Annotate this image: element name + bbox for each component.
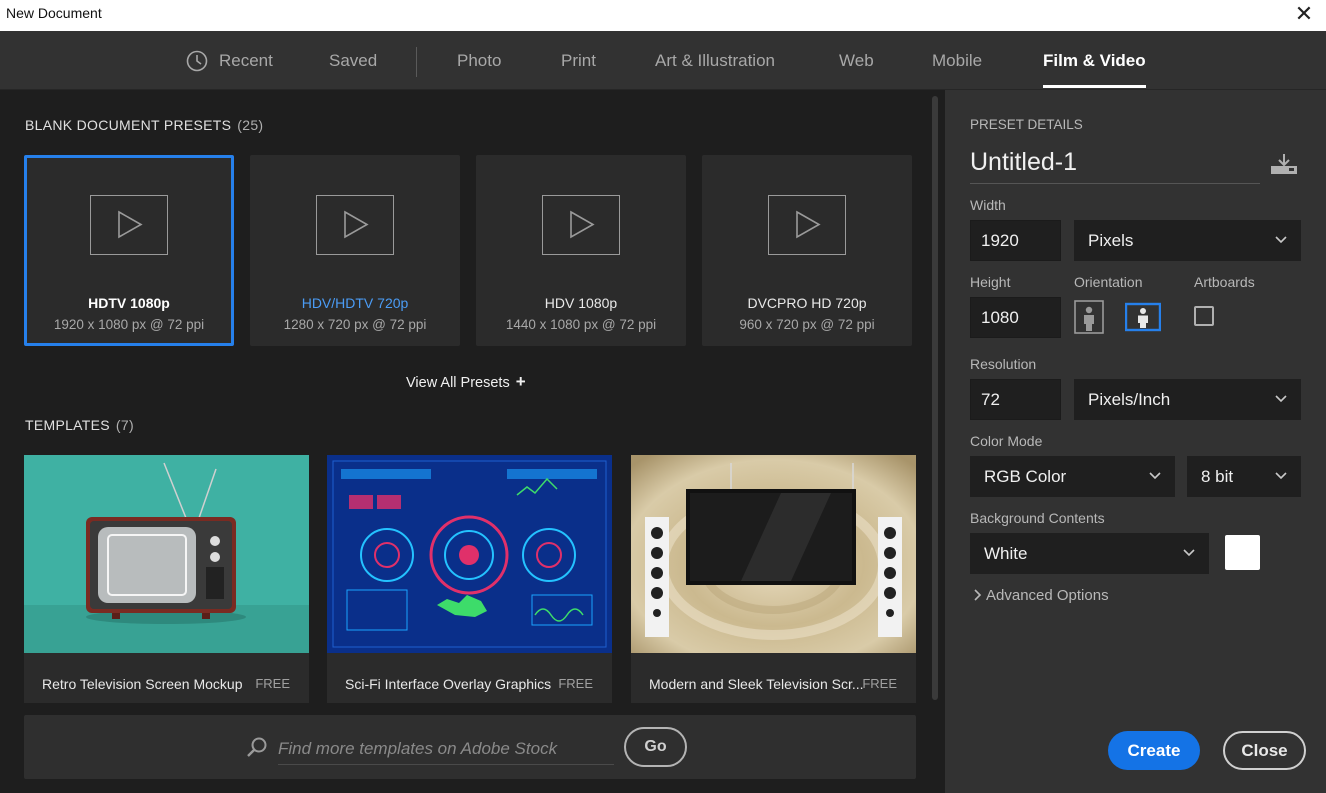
save-preset-icon[interactable] bbox=[1269, 152, 1299, 176]
template-card-modern-tv[interactable]: Modern and Sleek Television Scr... FREE bbox=[631, 455, 916, 703]
resolution-unit-value: Pixels/Inch bbox=[1088, 390, 1171, 409]
color-mode-label: Color Mode bbox=[970, 433, 1043, 449]
search-icon bbox=[247, 737, 267, 757]
template-card-sci-fi[interactable]: Sci-Fi Interface Overlay Graphics FREE bbox=[327, 455, 612, 703]
resolution-label: Resolution bbox=[970, 356, 1037, 372]
chevron-down-icon bbox=[1275, 395, 1287, 403]
preset-details-panel: PRESET DETAILS Untitled-1 Width 1920 Pix… bbox=[945, 90, 1326, 793]
chevron-down-icon bbox=[1275, 236, 1287, 244]
view-all-presets-label: View All Presets bbox=[406, 375, 510, 391]
preset-dimensions: 1920 x 1080 px @ 72 ppi bbox=[53, 317, 205, 332]
play-icon bbox=[316, 195, 394, 255]
landscape-icon[interactable] bbox=[1125, 300, 1161, 334]
preset-dimensions: 1280 x 720 px @ 72 ppi bbox=[283, 317, 427, 332]
template-name: Sci-Fi Interface Overlay Graphics bbox=[345, 676, 552, 692]
blank-presets-heading: BLANK DOCUMENT PRESETS (25) bbox=[25, 117, 263, 133]
play-icon bbox=[542, 195, 620, 255]
clock-icon bbox=[186, 50, 208, 72]
tab-mobile[interactable]: Mobile bbox=[932, 31, 982, 90]
create-button[interactable]: Create bbox=[1108, 731, 1200, 770]
tab-photo[interactable]: Photo bbox=[457, 31, 501, 90]
new-document-window: New Document ✕ Recent Saved Photo Print … bbox=[0, 0, 1326, 793]
template-thumbnail-retro-tv bbox=[24, 455, 309, 653]
plus-icon: + bbox=[515, 372, 526, 391]
color-mode-dropdown[interactable]: RGB Color bbox=[970, 456, 1175, 497]
template-thumbnail-modern-tv bbox=[631, 455, 916, 653]
tab-recent[interactable]: Recent bbox=[219, 31, 273, 90]
resolution-input[interactable]: 72 bbox=[970, 379, 1061, 420]
background-contents-value: White bbox=[984, 544, 1028, 563]
preset-name: HDV/HDTV 720p bbox=[301, 295, 409, 311]
preset-card-hdv-1080p[interactable]: HDV 1080p 1440 x 1080 px @ 72 ppi bbox=[476, 155, 686, 346]
templates-count: (7) bbox=[115, 417, 134, 433]
preset-card-hdv-hdtv-720p[interactable]: HDV/HDTV 720p 1280 x 720 px @ 72 ppi bbox=[250, 155, 460, 346]
stock-search-input[interactable] bbox=[278, 733, 614, 765]
go-button[interactable]: Go bbox=[624, 727, 687, 767]
advanced-options-label: Advanced Options bbox=[986, 587, 1109, 604]
play-icon bbox=[90, 195, 168, 255]
chevron-down-icon bbox=[1149, 472, 1161, 480]
template-card-retro-tv[interactable]: Retro Television Screen Mockup FREE bbox=[24, 455, 309, 703]
chevron-right-icon bbox=[974, 589, 982, 601]
category-tabs: Recent Saved Photo Print Art & Illustrat… bbox=[0, 31, 1326, 90]
template-thumbnail-sci-fi bbox=[327, 455, 612, 653]
resolution-unit-dropdown[interactable]: Pixels/Inch bbox=[1074, 379, 1301, 420]
templates-heading: TEMPLATES (7) bbox=[25, 417, 134, 433]
templates-heading-text: TEMPLATES bbox=[25, 417, 110, 433]
portrait-icon[interactable] bbox=[1074, 300, 1104, 334]
chevron-down-icon bbox=[1183, 549, 1195, 557]
width-label: Width bbox=[970, 197, 1006, 213]
height-input[interactable]: 1080 bbox=[970, 297, 1061, 338]
presets-pane: BLANK DOCUMENT PRESETS (25) HDTV 1080p 19… bbox=[0, 90, 945, 793]
blank-presets-heading-text: BLANK DOCUMENT PRESETS bbox=[25, 117, 232, 133]
background-color-swatch[interactable] bbox=[1225, 535, 1260, 570]
artboards-label: Artboards bbox=[1194, 274, 1255, 290]
artboards-checkbox[interactable] bbox=[1194, 306, 1214, 326]
preset-dimensions: 960 x 720 px @ 72 ppi bbox=[739, 317, 875, 332]
template-price: FREE bbox=[558, 676, 593, 691]
close-icon[interactable]: ✕ bbox=[1290, 2, 1318, 26]
width-unit-dropdown[interactable]: Pixels bbox=[1074, 220, 1301, 261]
view-all-presets-link[interactable]: View All Presets + bbox=[406, 372, 526, 392]
play-icon bbox=[768, 195, 846, 255]
template-price: FREE bbox=[255, 676, 290, 691]
background-contents-dropdown[interactable]: White bbox=[970, 533, 1209, 574]
close-button[interactable]: Close bbox=[1223, 731, 1306, 770]
color-mode-value: RGB Color bbox=[984, 467, 1067, 486]
preset-name: HDV 1080p bbox=[544, 295, 618, 311]
chevron-down-icon bbox=[1275, 472, 1287, 480]
preset-card-hdtv-1080p[interactable]: HDTV 1080p 1920 x 1080 px @ 72 ppi bbox=[24, 155, 234, 346]
tab-art-illustration[interactable]: Art & Illustration bbox=[655, 31, 775, 90]
template-name: Modern and Sleek Television Scr... bbox=[649, 676, 864, 692]
tab-print[interactable]: Print bbox=[561, 31, 596, 90]
tab-film-video[interactable]: Film & Video bbox=[1043, 31, 1146, 90]
bit-depth-value: 8 bit bbox=[1201, 467, 1234, 486]
tab-web[interactable]: Web bbox=[839, 31, 874, 90]
advanced-options-toggle[interactable]: Advanced Options bbox=[973, 587, 1109, 604]
tab-separator bbox=[416, 47, 417, 77]
width-input[interactable]: 1920 bbox=[970, 220, 1061, 261]
bit-depth-dropdown[interactable]: 8 bit bbox=[1187, 456, 1301, 497]
template-name: Retro Television Screen Mockup bbox=[42, 676, 243, 692]
template-price: FREE bbox=[862, 676, 897, 691]
height-label: Height bbox=[970, 274, 1011, 290]
background-contents-label: Background Contents bbox=[970, 510, 1105, 526]
blank-presets-count: (25) bbox=[237, 117, 264, 133]
preset-name: DVCPRO HD 720p bbox=[747, 295, 867, 311]
tab-saved[interactable]: Saved bbox=[329, 31, 377, 90]
preset-dimensions: 1440 x 1080 px @ 72 ppi bbox=[505, 317, 657, 332]
window-title: New Document bbox=[6, 5, 102, 21]
preset-details-heading: PRESET DETAILS bbox=[970, 117, 1083, 132]
vertical-scrollbar[interactable] bbox=[932, 96, 938, 700]
preset-card-dvcpro-hd-720p[interactable]: DVCPRO HD 720p 960 x 720 px @ 72 ppi bbox=[702, 155, 912, 346]
document-name-field[interactable]: Untitled-1 bbox=[970, 148, 1260, 184]
title-bar: New Document ✕ bbox=[0, 0, 1326, 31]
adobe-stock-search-bar: Go bbox=[24, 715, 916, 779]
preset-name: HDTV 1080p bbox=[88, 295, 170, 311]
orientation-label: Orientation bbox=[1074, 274, 1143, 290]
width-unit-value: Pixels bbox=[1088, 231, 1134, 250]
